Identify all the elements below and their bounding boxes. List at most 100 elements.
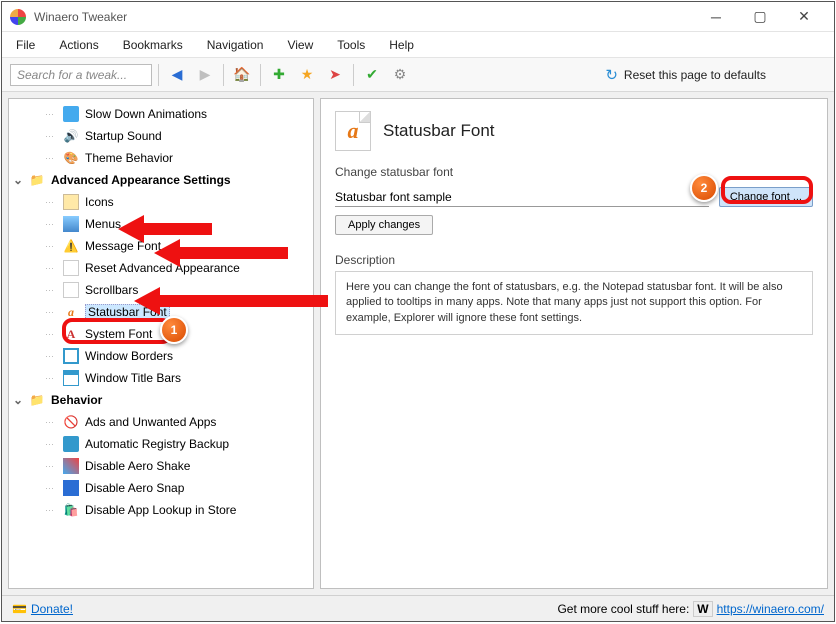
sample-row: Statusbar font sample Change font ... (335, 187, 813, 207)
sidebar-tree[interactable]: ⋯Slow Down Animations ⋯🔊Startup Sound ⋯🎨… (8, 98, 314, 589)
tree-item[interactable]: ⋯🔊Startup Sound (9, 125, 313, 147)
titlebar: Winaero Tweaker ─ ▢ ✕ (2, 2, 834, 32)
store-icon: 🛍️ (63, 502, 79, 518)
add-bookmark-button[interactable]: ✚ (267, 63, 291, 87)
tree-item[interactable]: ⋯ 🚫 Ads and Unwanted Apps (9, 411, 313, 433)
main-panel: a Statusbar Font Change statusbar font S… (320, 98, 828, 589)
app-window: Winaero Tweaker ─ ▢ ✕ File Actions Bookm… (1, 1, 835, 622)
reset-label: Reset this page to defaults (624, 68, 766, 82)
tree-item[interactable]: ⋯Disable Aero Shake (9, 455, 313, 477)
tree-item[interactable]: ⋯Disable Aero Snap (9, 477, 313, 499)
tree-item-message-font[interactable]: ⋯⚠️Message Font (9, 235, 313, 257)
main-header: a Statusbar Font (335, 111, 813, 151)
tree-item-window-borders[interactable]: ⋯Window Borders (9, 345, 313, 367)
menu-tools[interactable]: Tools (327, 34, 375, 56)
tree-item[interactable]: ⋯Automatic Registry Backup (9, 433, 313, 455)
maximize-button[interactable]: ▢ (738, 3, 782, 31)
menu-help[interactable]: Help (379, 34, 424, 56)
separator (353, 64, 354, 86)
donate-link[interactable]: Donate! (31, 602, 73, 616)
change-font-button[interactable]: Change font ... (719, 187, 813, 207)
favorite-button[interactable]: ★ (295, 63, 319, 87)
item-label: Statusbar Font (85, 304, 170, 320)
item-label: Window Title Bars (85, 371, 181, 385)
tree-item[interactable]: ⋯Slow Down Animations (9, 103, 313, 125)
font-sample: Statusbar font sample (335, 188, 709, 207)
back-button[interactable]: ◀ (165, 63, 189, 87)
status-right: Get more cool stuff here: W https://wina… (557, 601, 824, 617)
minimize-button[interactable]: ─ (694, 3, 738, 31)
app-icon (10, 9, 26, 25)
item-label: Automatic Registry Backup (85, 437, 229, 451)
website-link[interactable]: https://winaero.com/ (717, 602, 824, 616)
status-text: Get more cool stuff here: (557, 602, 689, 616)
apply-changes-button[interactable]: Apply changes (335, 215, 433, 235)
settings-button[interactable]: ⚙ (388, 63, 412, 87)
titlebar-icon (63, 370, 79, 386)
tree-line: ⋯ (45, 373, 53, 384)
item-label: Ads and Unwanted Apps (85, 415, 216, 429)
chevron-down-icon[interactable]: ⌄ (13, 173, 23, 187)
home-button[interactable]: 🏠 (230, 63, 254, 87)
tree-item-scrollbars[interactable]: ⋯Scrollbars (9, 279, 313, 301)
tree-item[interactable]: ⋯🛍️Disable App Lookup in Store (9, 499, 313, 521)
group-label: Advanced Appearance Settings (51, 173, 231, 187)
separator (158, 64, 159, 86)
bookmark-button[interactable]: ➤ (323, 63, 347, 87)
reset-page-link[interactable]: ↻ Reset this page to defaults (605, 66, 766, 84)
film-icon (63, 106, 79, 122)
registry-icon (63, 436, 79, 452)
page-title: Statusbar Font (383, 121, 495, 141)
item-label: System Font (85, 327, 152, 341)
tree-line: ⋯ (45, 329, 53, 340)
tree-item[interactable]: ⋯🎨Theme Behavior (9, 147, 313, 169)
menu-view[interactable]: View (277, 34, 323, 56)
separator (223, 64, 224, 86)
tree-line: ⋯ (45, 241, 53, 252)
item-label: Menus (85, 217, 121, 231)
description-text: Here you can change the font of statusba… (335, 271, 813, 335)
border-icon (63, 348, 79, 364)
item-label: Reset Advanced Appearance (85, 261, 240, 275)
item-label: Disable App Lookup in Store (85, 503, 236, 517)
tree-group-behavior[interactable]: ⌄ 📁 Behavior (9, 389, 313, 411)
separator (260, 64, 261, 86)
tree-item-title-bars[interactable]: ⋯ Window Title Bars (9, 367, 313, 389)
folder-icon: 📁 (29, 392, 45, 408)
tree-item-menus[interactable]: ⋯ Menus (9, 213, 313, 235)
item-label: Disable Aero Snap (85, 481, 184, 495)
tree-item-system-font[interactable]: ⋯ASystem Font (9, 323, 313, 345)
blank-icon (63, 260, 79, 276)
tree-line: ⋯ (45, 197, 53, 208)
content-body: ⋯Slow Down Animations ⋯🔊Startup Sound ⋯🎨… (2, 92, 834, 595)
menu-bookmarks[interactable]: Bookmarks (113, 34, 193, 56)
tree-line: ⋯ (45, 219, 53, 230)
tree-line: ⋯ (45, 351, 53, 362)
warning-icon: ⚠️ (63, 238, 79, 254)
menubar: File Actions Bookmarks Navigation View T… (2, 32, 834, 58)
menu-actions[interactable]: Actions (49, 34, 108, 56)
w-icon: W (693, 601, 712, 617)
menu-navigation[interactable]: Navigation (197, 34, 274, 56)
noads-icon: 🚫 (63, 414, 79, 430)
item-label: Startup Sound (85, 129, 162, 143)
search-input[interactable]: Search for a tweak... (10, 64, 152, 86)
forward-button[interactable]: ▶ (193, 63, 217, 87)
menu-file[interactable]: File (6, 34, 45, 56)
shake-icon (63, 458, 79, 474)
tree-line: ⋯ (45, 131, 53, 142)
snap-icon (63, 480, 79, 496)
tree-item-statusbar-font[interactable]: ⋯aStatusbar Font (9, 301, 313, 323)
tree-line: ⋯ (45, 307, 53, 318)
group-label: Behavior (51, 393, 102, 407)
item-label: Theme Behavior (85, 151, 173, 165)
tree-item-reset[interactable]: ⋯Reset Advanced Appearance (9, 257, 313, 279)
tree-group-advanced[interactable]: ⌄ 📁 Advanced Appearance Settings (9, 169, 313, 191)
apply-button[interactable]: ✔ (360, 63, 384, 87)
tree-line: ⋯ (45, 417, 53, 428)
item-label: Icons (85, 195, 114, 209)
tree-item-icons[interactable]: ⋯ Icons (9, 191, 313, 213)
close-button[interactable]: ✕ (782, 3, 826, 31)
chevron-down-icon[interactable]: ⌄ (13, 393, 23, 407)
folder-icon: 📁 (29, 172, 45, 188)
